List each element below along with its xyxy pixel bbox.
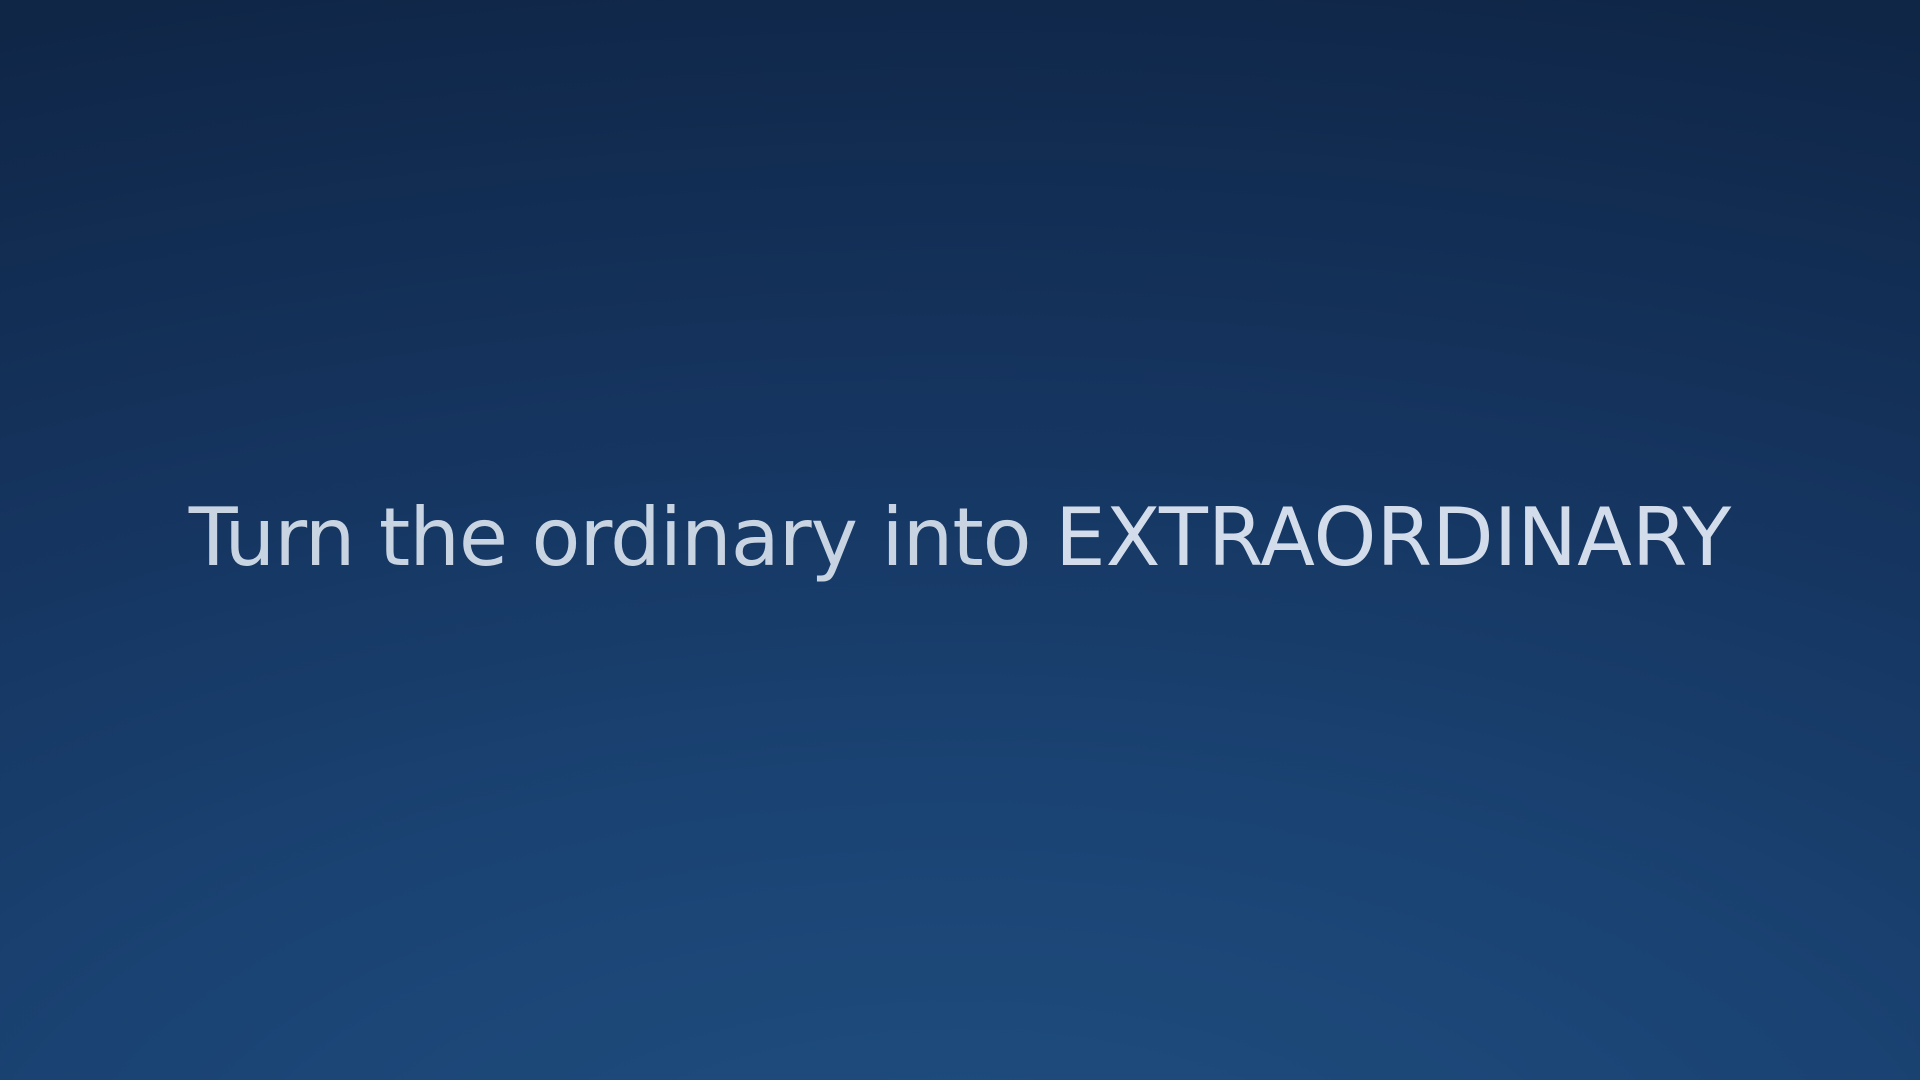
slide-canvas: Turn the ordinary into EXTRAORDINARY bbox=[0, 0, 1920, 1080]
headline: Turn the ordinary into EXTRAORDINARY bbox=[0, 488, 1920, 588]
headline-lead-text: Turn the ordinary into bbox=[188, 491, 1056, 584]
headline-emphasis-text: EXTRAORDINARY bbox=[1055, 491, 1732, 584]
